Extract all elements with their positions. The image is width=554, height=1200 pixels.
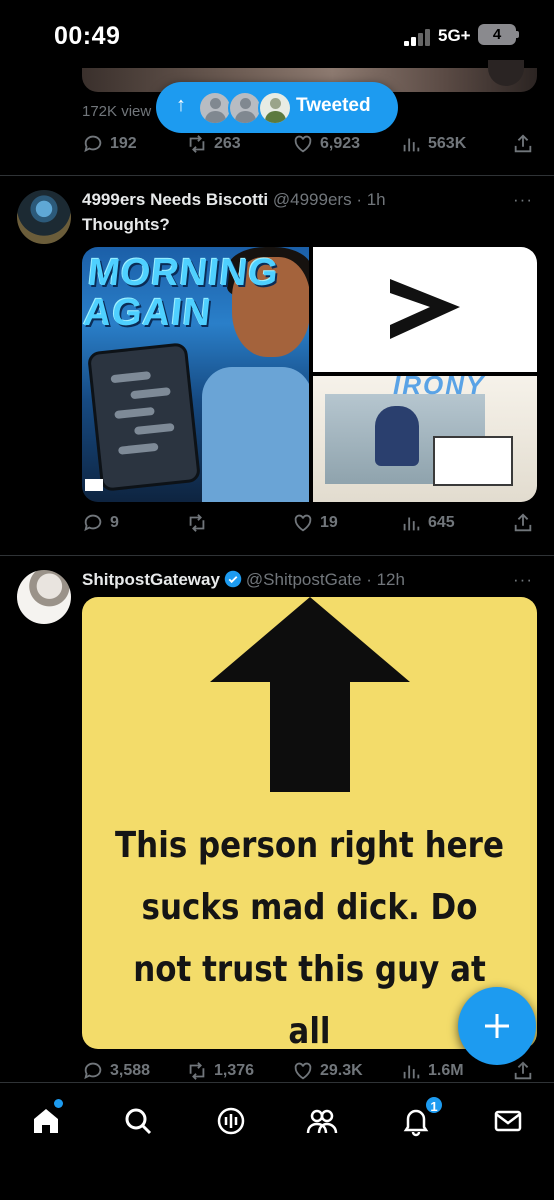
- pill-avatar: [198, 91, 232, 125]
- parental-advisory-label: [85, 479, 103, 491]
- repost-icon: [189, 1062, 205, 1080]
- repost-button[interactable]: [186, 512, 214, 534]
- share-icon: [514, 134, 532, 153]
- views-count: 1.6M: [428, 1062, 464, 1079]
- new-content-dot: [54, 1099, 63, 1108]
- like-count: 6,923: [320, 135, 361, 152]
- status-bar: 00:49 5G+ 4: [0, 0, 554, 68]
- heart-icon: [294, 514, 312, 532]
- reply-count: 3,588: [110, 1062, 151, 1079]
- spaces-icon: [217, 1107, 245, 1135]
- views-icon: [403, 138, 420, 152]
- tab-spaces[interactable]: [211, 1101, 251, 1141]
- share-button[interactable]: [512, 1060, 534, 1082]
- views-button[interactable]: 1.6M: [400, 1060, 464, 1082]
- views-icon: [403, 517, 420, 531]
- pill-avatar: [228, 91, 262, 125]
- chevron-right-icon: [390, 279, 460, 339]
- share-icon: [514, 513, 532, 532]
- share-icon: [514, 1061, 532, 1080]
- reply-count: 9: [110, 514, 119, 531]
- like-button[interactable]: 6,923: [292, 133, 360, 155]
- avatar[interactable]: [17, 570, 71, 624]
- like-button[interactable]: 19: [292, 512, 338, 534]
- cover-art-title: MORNING AGAIN: [82, 252, 281, 334]
- bottom-tab-bar: 1: [0, 1082, 554, 1200]
- views-button[interactable]: 645: [400, 512, 455, 534]
- reply-icon: [84, 135, 102, 153]
- handle[interactable]: @ShitpostGate: [246, 570, 362, 589]
- post-time: · 12h: [366, 570, 405, 589]
- media-image-chevron[interactable]: [313, 247, 537, 372]
- irony-title: IRONY: [393, 376, 486, 400]
- handle[interactable]: @4999ers: [273, 190, 352, 209]
- reply-button[interactable]: 192: [82, 133, 137, 155]
- avatar[interactable]: [17, 190, 71, 244]
- network-type: 5G+: [438, 26, 471, 45]
- messages-icon: [494, 1110, 522, 1132]
- tweeted-label: Tweeted: [296, 95, 371, 116]
- like-count: 29.3K: [320, 1062, 363, 1079]
- media-image-cover-art[interactable]: MORNING AGAIN: [82, 247, 309, 502]
- battery-icon: 4: [478, 24, 516, 45]
- status-time: 00:49: [54, 22, 121, 50]
- home-icon: [34, 1109, 58, 1133]
- tab-home[interactable]: [26, 1099, 66, 1141]
- notification-badge: 1: [424, 1095, 444, 1115]
- tab-messages[interactable]: [488, 1101, 528, 1141]
- views-button[interactable]: 563K: [400, 133, 466, 155]
- share-button[interactable]: [512, 133, 534, 155]
- tab-search[interactable]: [118, 1101, 158, 1141]
- repost-button[interactable]: 1,376: [186, 1060, 254, 1082]
- communities-icon: [306, 1109, 338, 1134]
- verified-badge-icon: [224, 570, 242, 588]
- reply-icon: [84, 1062, 102, 1080]
- repost-button[interactable]: 263: [186, 133, 241, 155]
- views-icon: [403, 1065, 420, 1079]
- search-icon: [125, 1108, 152, 1135]
- signal-icon: [404, 28, 434, 46]
- reply-count: 192: [110, 135, 137, 152]
- meme-caption: This person right here sucks mad dick. D…: [115, 825, 504, 1049]
- views-count: 563K: [428, 135, 467, 152]
- display-name[interactable]: ShitpostGateway: [82, 570, 220, 589]
- heart-icon: [294, 135, 312, 153]
- repost-count: 1,376: [214, 1062, 255, 1079]
- reply-icon: [84, 514, 102, 532]
- tweeted-pill[interactable]: ↑ Tweeted: [156, 82, 398, 133]
- reply-button[interactable]: 9: [82, 512, 119, 534]
- views-count: 645: [428, 514, 455, 531]
- pill-avatar: [258, 91, 292, 125]
- arrow-up-icon: ↑: [176, 94, 186, 116]
- post-header: ShitpostGateway @ShitpostGate · 12h: [82, 570, 405, 590]
- repost-count: 263: [214, 135, 241, 152]
- tab-communities[interactable]: [302, 1101, 342, 1141]
- media-image-irony[interactable]: IRONY: [313, 376, 537, 502]
- divider: [0, 175, 554, 176]
- post-header: 4999ers Needs Biscotti @4999ers · 1h: [82, 190, 386, 210]
- more-icon[interactable]: ···: [513, 190, 533, 210]
- compose-button[interactable]: [458, 987, 536, 1065]
- arrow-up-icon: [210, 597, 410, 792]
- post-media-image[interactable]: This person right here sucks mad dick. D…: [82, 597, 537, 1049]
- reply-button[interactable]: 3,588: [82, 1060, 150, 1082]
- repost-icon: [189, 514, 205, 532]
- post-media-grid[interactable]: MORNING AGAIN IRONY: [82, 247, 537, 502]
- previous-post-views: 172K view: [82, 103, 152, 120]
- like-count: 19: [320, 514, 338, 531]
- share-button[interactable]: [512, 512, 534, 534]
- plus-icon: [485, 1014, 509, 1038]
- like-button[interactable]: 29.3K: [292, 1060, 363, 1082]
- battery-cap: [516, 31, 519, 38]
- more-icon[interactable]: ···: [513, 570, 533, 590]
- heart-icon: [294, 1062, 312, 1080]
- repost-icon: [189, 135, 205, 153]
- post-actions: 9 19 645: [82, 512, 534, 538]
- previous-post-actions: 192 263 6,923 563K: [82, 133, 534, 159]
- display-name[interactable]: 4999ers Needs Biscotti: [82, 190, 268, 209]
- post-text: Thoughts?: [82, 215, 170, 234]
- post-time: · 1h: [356, 190, 386, 209]
- divider: [0, 555, 554, 556]
